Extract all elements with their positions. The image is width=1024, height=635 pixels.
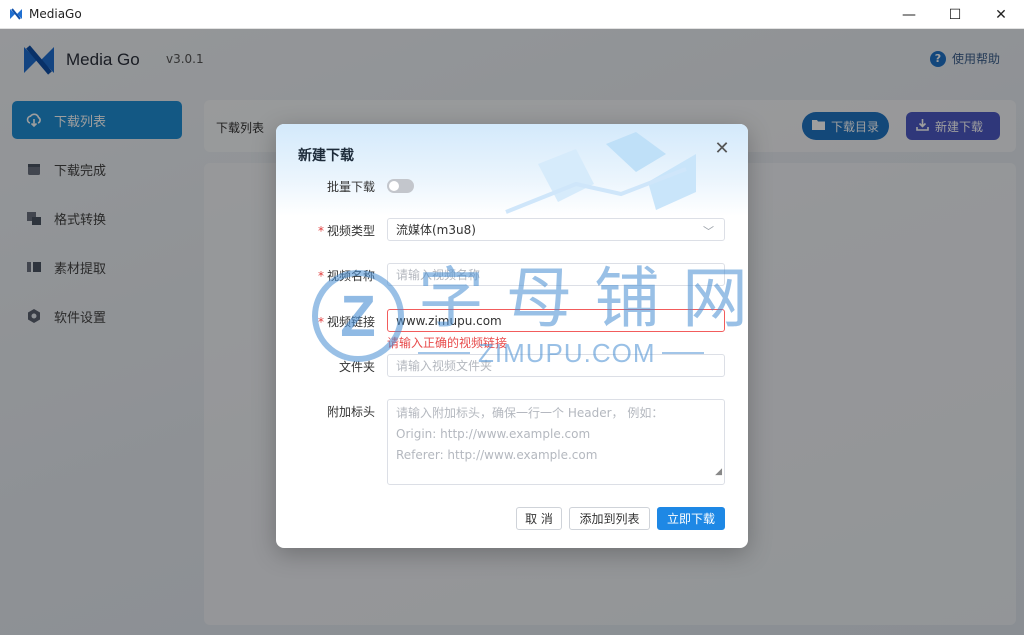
watermark-line-left xyxy=(418,352,470,354)
batch-download-toggle[interactable] xyxy=(387,179,414,193)
dialog-banner xyxy=(276,124,748,216)
watermark-letter: Z xyxy=(340,283,376,349)
window-controls: — ☐ ✕ xyxy=(886,0,1024,29)
dialog-title: 新建下载 xyxy=(298,148,354,164)
required-star: * xyxy=(317,269,324,283)
headers-label: 附加标头 xyxy=(297,403,375,420)
video-type-select[interactable]: 流媒体(m3u8) ﹀ xyxy=(387,218,725,241)
watermark-english: ZIMUPU.COM xyxy=(478,338,656,368)
video-type-text: 视频类型 xyxy=(326,224,375,238)
add-to-list-button[interactable]: 添加到列表 xyxy=(569,507,650,530)
headers-placeholder-line: Referer: http://www.example.com xyxy=(396,448,598,462)
mediago-logo-icon xyxy=(10,8,22,20)
headers-placeholder-line: 请输入附加标头，确保一行一个 Header， 例如： xyxy=(396,406,664,420)
cancel-button[interactable]: 取 消 xyxy=(516,507,562,530)
watermark-line-right xyxy=(662,352,704,354)
chevron-down-icon: ﹀ xyxy=(703,225,714,238)
headers-text: 附加标头 xyxy=(326,405,375,419)
watermark-logo: Z xyxy=(312,270,404,362)
close-window-button[interactable]: ✕ xyxy=(978,0,1024,29)
close-icon[interactable]: ✕ xyxy=(714,140,730,158)
watermark-chinese: 字母铺网 xyxy=(418,260,770,337)
download-now-button[interactable]: 立即下载 xyxy=(657,507,725,530)
video-type-value: 流媒体(m3u8) xyxy=(396,223,476,237)
batch-download-text: 批量下载 xyxy=(326,180,375,194)
required-star: * xyxy=(317,224,324,238)
headers-placeholder-line: Origin: http://www.example.com xyxy=(396,427,591,441)
maximize-button[interactable]: ☐ xyxy=(932,0,978,29)
window-titlebar: MediaGo — ☐ ✕ xyxy=(0,0,1024,29)
window-title: MediaGo xyxy=(29,7,82,21)
folder-text: 文件夹 xyxy=(338,360,375,374)
batch-download-label: 批量下载 xyxy=(297,178,375,195)
minimize-button[interactable]: — xyxy=(886,0,932,29)
resize-grip-icon[interactable]: ◢ xyxy=(715,462,722,483)
headers-textarea[interactable]: 请输入附加标头，确保一行一个 Header， 例如： Origin: http:… xyxy=(387,399,725,485)
banner-illustration xyxy=(505,132,696,214)
video-type-label: * 视频类型 xyxy=(297,222,375,239)
